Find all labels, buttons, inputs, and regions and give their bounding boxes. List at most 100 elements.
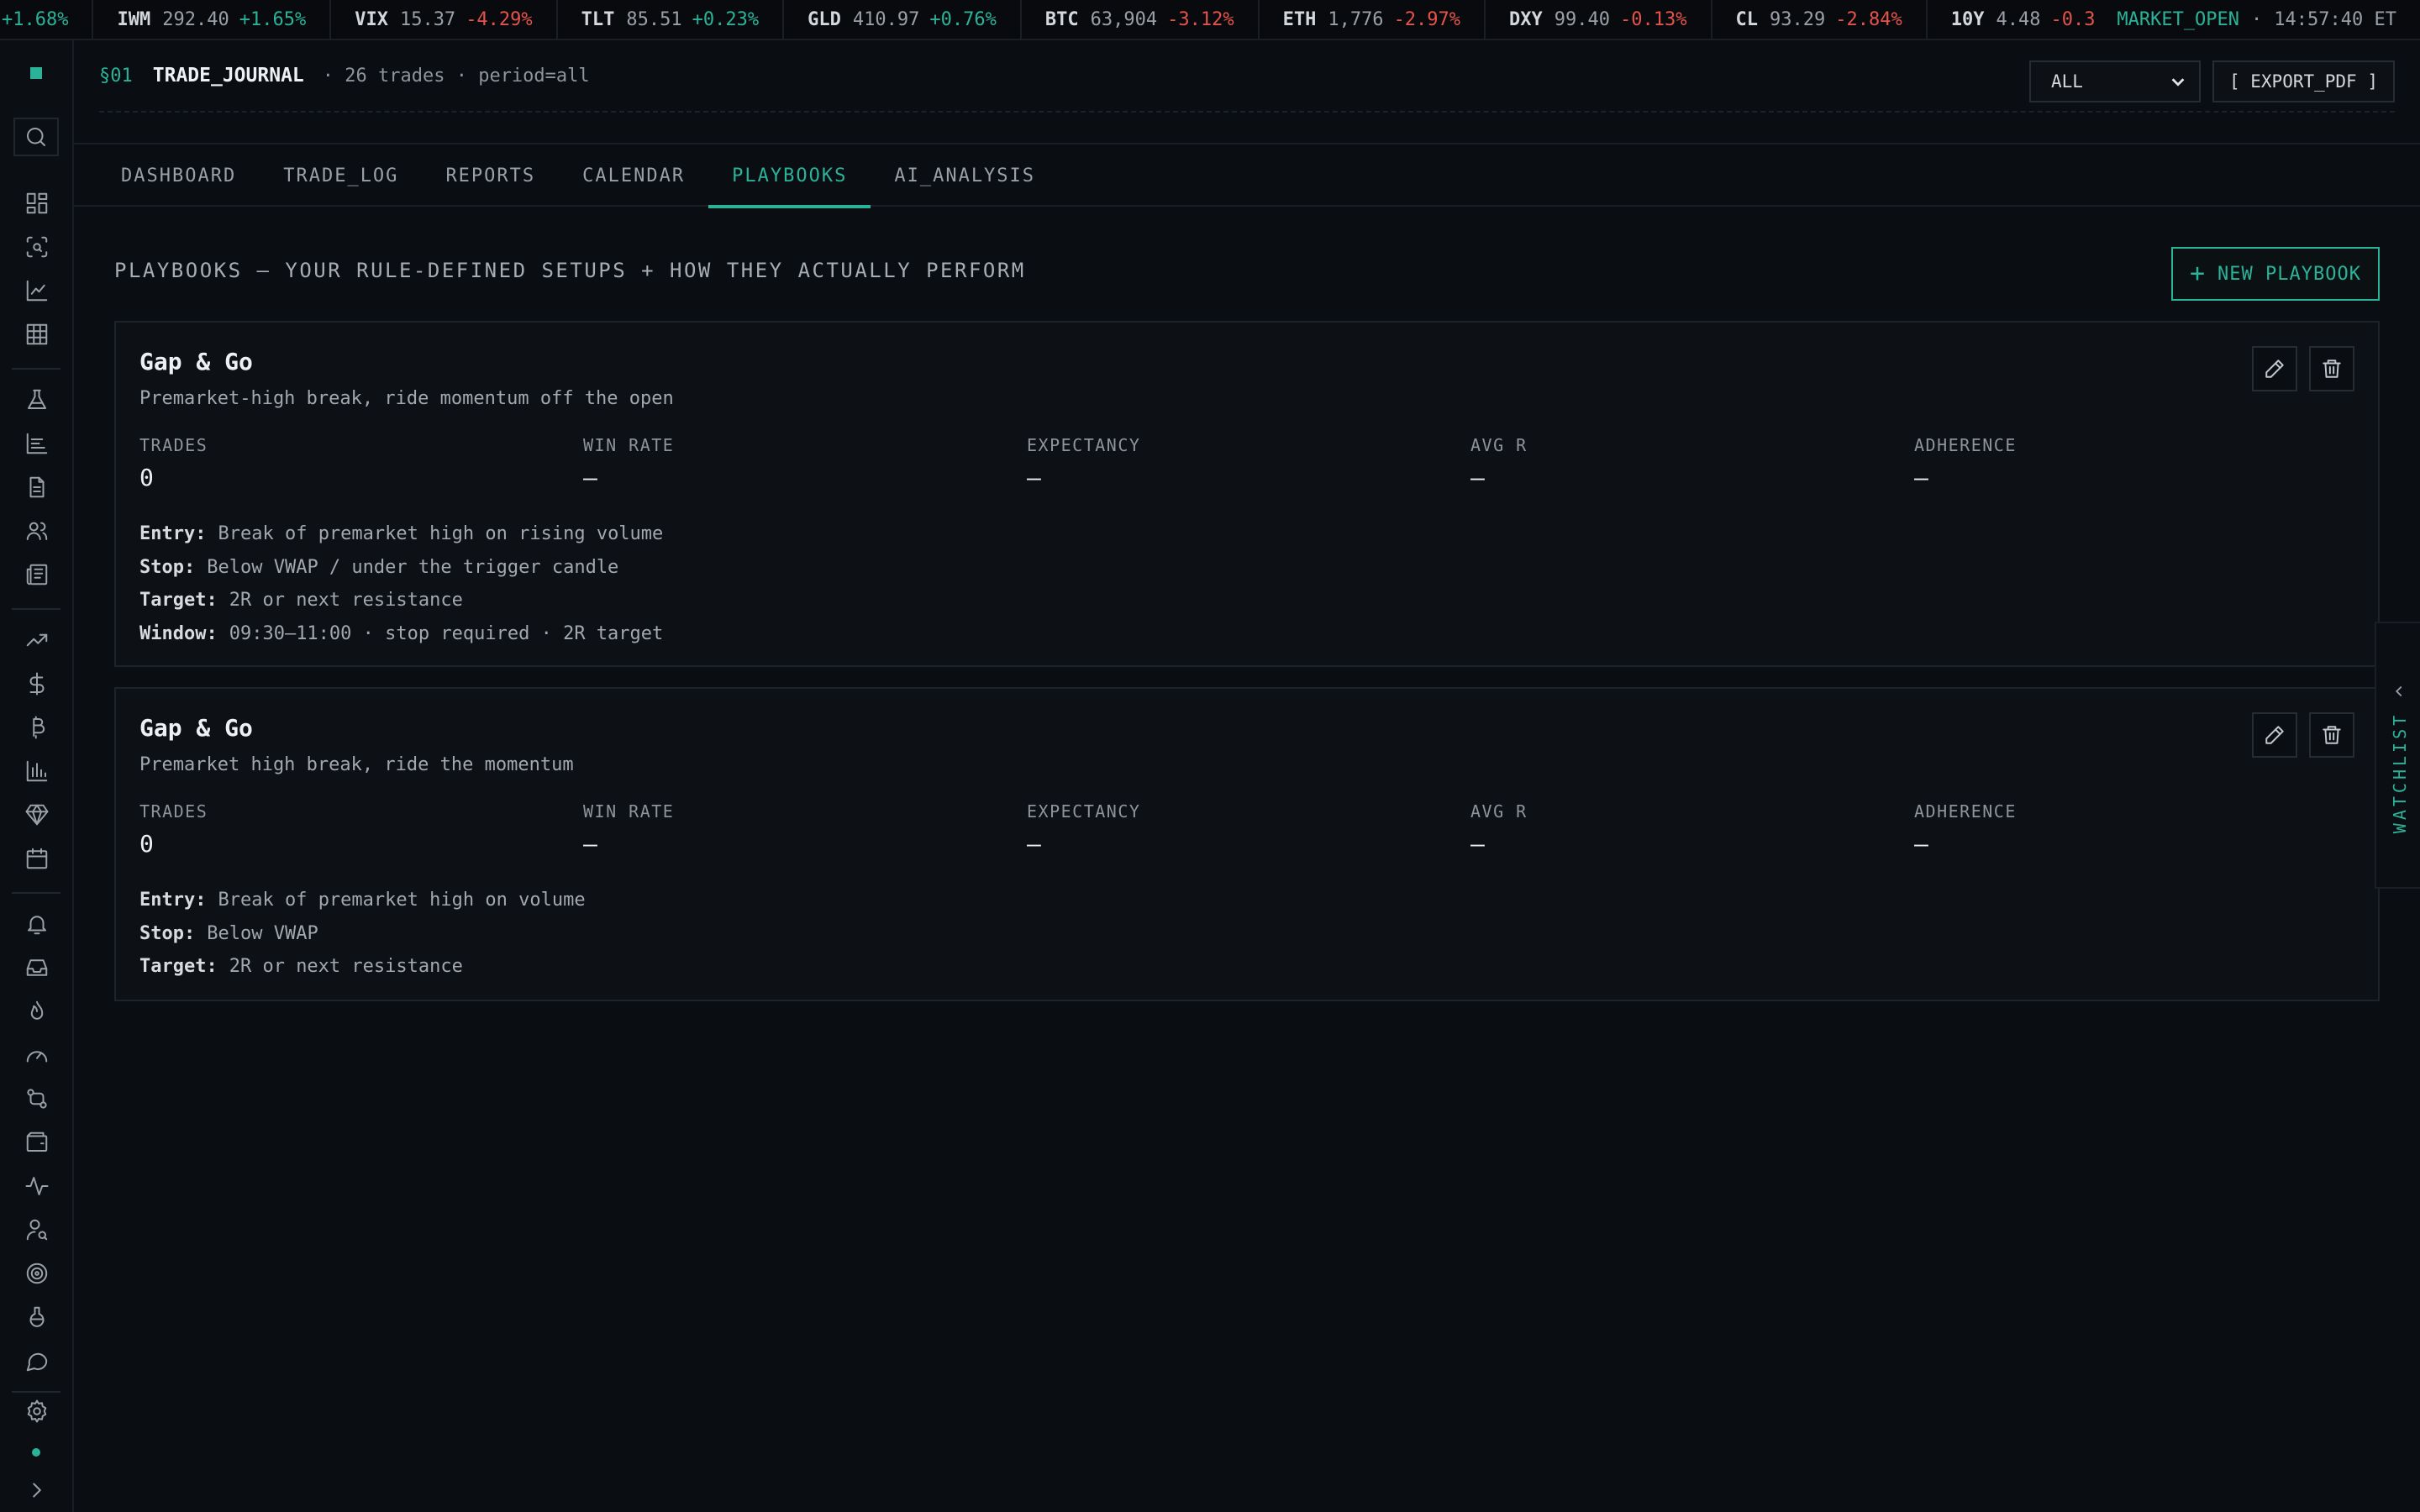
tab-trade-log[interactable]: TRADE_LOG: [260, 144, 422, 207]
rule-key: Target:: [139, 956, 218, 977]
rail-search-button[interactable]: [13, 118, 59, 156]
rail-activity-button[interactable]: [22, 1171, 52, 1201]
rail-grid-button[interactable]: [22, 319, 52, 349]
ticker-item[interactable]: BTC 63,904 -3.12%: [1022, 0, 1260, 39]
tab-playbooks[interactable]: PLAYBOOKS: [708, 144, 871, 208]
rail-inbox-button[interactable]: [22, 953, 52, 983]
rail-compare-button[interactable]: [22, 1084, 52, 1114]
rail-dollar-button[interactable]: [22, 669, 52, 699]
page-meta: · 26 trades · period=all: [322, 65, 590, 87]
tab-calendar[interactable]: CALENDAR: [559, 144, 708, 207]
grid-icon: [26, 323, 48, 345]
ticker-price: 99.40: [1554, 8, 1611, 30]
rail-user-search-button[interactable]: [22, 1215, 52, 1245]
new-playbook-label: NEW PLAYBOOK: [2217, 263, 2361, 285]
bitcoin-icon: [33, 716, 45, 739]
delete-playbook-button[interactable]: [2309, 712, 2354, 758]
stat-adherence: ADHERENCE —: [1914, 435, 2358, 491]
ticker-item[interactable]: +1.68%: [0, 0, 94, 39]
rail-chart-button[interactable]: [22, 276, 52, 306]
rail-bars-button[interactable]: [22, 428, 52, 459]
rail-users-button[interactable]: [22, 516, 52, 546]
rail-divider: [12, 1391, 60, 1393]
playbook-actions: [2252, 712, 2354, 758]
ticker-item[interactable]: IWM 292.40 +1.65%: [93, 0, 332, 39]
ticker-price: 4.48: [1996, 8, 2041, 30]
chevron-right-icon: [33, 1483, 41, 1498]
watchlist-drawer-toggle[interactable]: WATCHLIST: [2375, 622, 2420, 889]
rule-value: Below VWAP: [207, 922, 318, 944]
ticker-item[interactable]: TLT 85.51 +0.23%: [558, 0, 785, 39]
export-pdf-button[interactable]: [ EXPORT_PDF ]: [2212, 60, 2395, 102]
ticker-change: -2.84%: [1835, 8, 1902, 30]
tab-ai-analysis[interactable]: AI_ANALYSIS: [871, 144, 1059, 207]
delete-playbook-button[interactable]: [2309, 346, 2354, 391]
rail-gems-button[interactable]: [22, 800, 52, 830]
period-filter-select[interactable]: ALL: [2028, 60, 2201, 102]
inbox-icon: [26, 959, 48, 976]
journal-tabs: DASHBOARD TRADE_LOG REPORTS CALENDAR PLA…: [74, 144, 2420, 208]
dashboard-icon: [26, 192, 48, 214]
rail-chat-button[interactable]: [22, 1346, 52, 1376]
rule-key: Target:: [139, 590, 218, 611]
period-filter-value: ALL: [2050, 71, 2083, 92]
scan-search-icon: [26, 236, 48, 258]
ticker-change: -2.97%: [1393, 8, 1461, 30]
flask-round-icon: [29, 1306, 45, 1327]
edit-playbook-button[interactable]: [2252, 346, 2297, 391]
rule-value: 2R or next resistance: [229, 956, 463, 977]
bar-chart-icon: [26, 760, 48, 782]
rail-calendar-button[interactable]: [22, 843, 52, 874]
newspaper-icon: [26, 564, 48, 585]
rail-divider: [12, 892, 60, 894]
playbook-card: Gap & Go Premarket-high break, ride mome…: [114, 321, 2380, 667]
playbook-name: Gap & Go: [139, 714, 253, 742]
tab-reports[interactable]: REPORTS: [422, 144, 559, 207]
tab-dashboard[interactable]: DASHBOARD: [97, 144, 260, 207]
ticker-item[interactable]: DXY 99.40 -0.13%: [1486, 0, 1712, 39]
playbook-card: Gap & Go Premarket high break, ride the …: [114, 687, 2380, 1001]
market-ticker: +1.68% IWM 292.40 +1.65% VIX 15.37 -4.29…: [0, 0, 2420, 40]
edit-playbook-button[interactable]: [2252, 712, 2297, 758]
rule-key: Entry:: [139, 890, 207, 911]
page-title: TRADE_JOURNAL: [152, 65, 304, 87]
playbook-rules: Entry: Break of premarket high on rising …: [139, 517, 663, 650]
bell-icon: [28, 916, 46, 935]
logo-mark[interactable]: [30, 67, 42, 79]
gauge-icon: [26, 1051, 48, 1063]
rail-divider: [12, 608, 60, 610]
rail-expand-button[interactable]: [22, 1475, 52, 1505]
rail-target-button[interactable]: [22, 1258, 52, 1289]
ticker-item[interactable]: ETH 1,776 -2.97%: [1260, 0, 1486, 39]
rail-documents-button[interactable]: [22, 472, 52, 502]
ticker-item[interactable]: VIX 15.37 -4.29%: [331, 0, 558, 39]
ticker-symbol: BTC: [1044, 8, 1079, 30]
rail-gauge-button[interactable]: [22, 1040, 52, 1070]
rail-dashboard-button[interactable]: [22, 188, 52, 218]
new-playbook-button[interactable]: + NEW PLAYBOOK: [2171, 247, 2380, 301]
ticker-item[interactable]: GLD 410.97 +0.76%: [784, 0, 1022, 39]
chevron-down-icon: [2171, 78, 2185, 87]
left-rail: [0, 40, 74, 1512]
activity-icon: [25, 1177, 49, 1195]
rail-hot-button[interactable]: [22, 996, 52, 1026]
rail-settings-button[interactable]: [22, 1396, 52, 1426]
stat-value: 0: [139, 464, 154, 491]
ticker-item[interactable]: CL 93.29 -2.84%: [1712, 0, 1928, 39]
rail-scan-button[interactable]: [22, 232, 52, 262]
trash-icon: [2323, 360, 2341, 378]
rail-lab-button[interactable]: [22, 385, 52, 415]
rail-alerts-button[interactable]: [22, 909, 52, 939]
rule-target: Target: 2R or next resistance: [139, 584, 663, 617]
ticker-symbol: GLD: [808, 8, 841, 30]
rail-beaker-button[interactable]: [22, 1302, 52, 1332]
rail-wallet-button[interactable]: [22, 1127, 52, 1158]
rail-bitcoin-button[interactable]: [22, 712, 52, 743]
rail-news-button[interactable]: [22, 559, 52, 590]
rail-trends-button[interactable]: [22, 625, 52, 655]
playbook-actions: [2252, 346, 2354, 391]
ticker-symbol: DXY: [1509, 8, 1543, 30]
stat-label: ADHERENCE: [1914, 435, 2017, 455]
rail-stats-button[interactable]: [22, 756, 52, 786]
ticker-change: +0.23%: [692, 8, 760, 30]
